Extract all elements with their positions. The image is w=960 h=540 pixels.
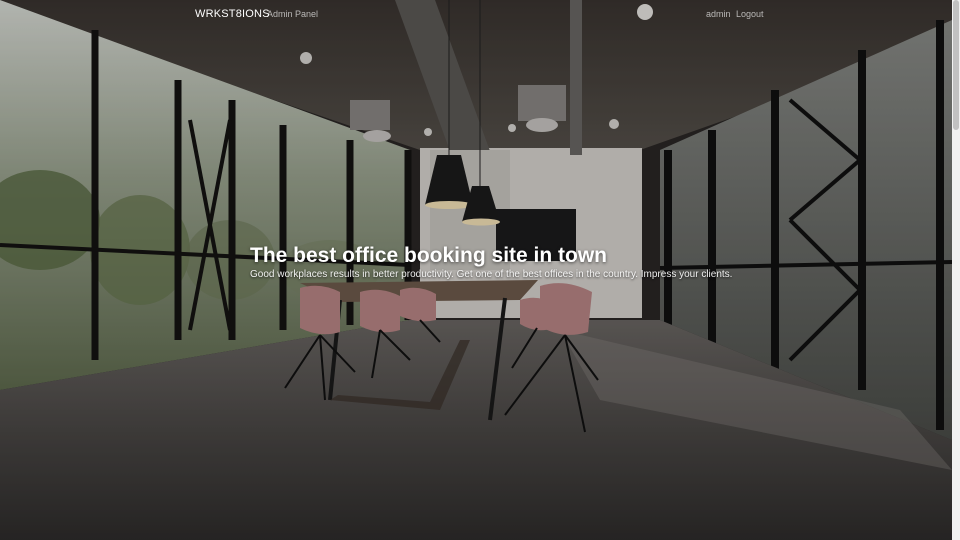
vertical-scrollbar[interactable] <box>952 0 960 540</box>
nav-link-admin-panel[interactable]: Admin Panel <box>267 9 318 19</box>
hero-section: The best office booking site in town Goo… <box>250 243 732 281</box>
top-navbar: WRKST8IONS Admin Panel admin Logout <box>0 0 952 30</box>
scrollbar-thumb[interactable] <box>953 0 959 130</box>
hero-subtitle: Good workplaces results in better produc… <box>250 269 733 280</box>
nav-link-logout[interactable]: Logout <box>736 9 764 19</box>
hero-title: The best office booking site in town <box>250 244 608 267</box>
nav-link-user[interactable]: admin <box>706 9 731 19</box>
brand-logo-link[interactable]: WRKST8IONS <box>195 8 270 20</box>
